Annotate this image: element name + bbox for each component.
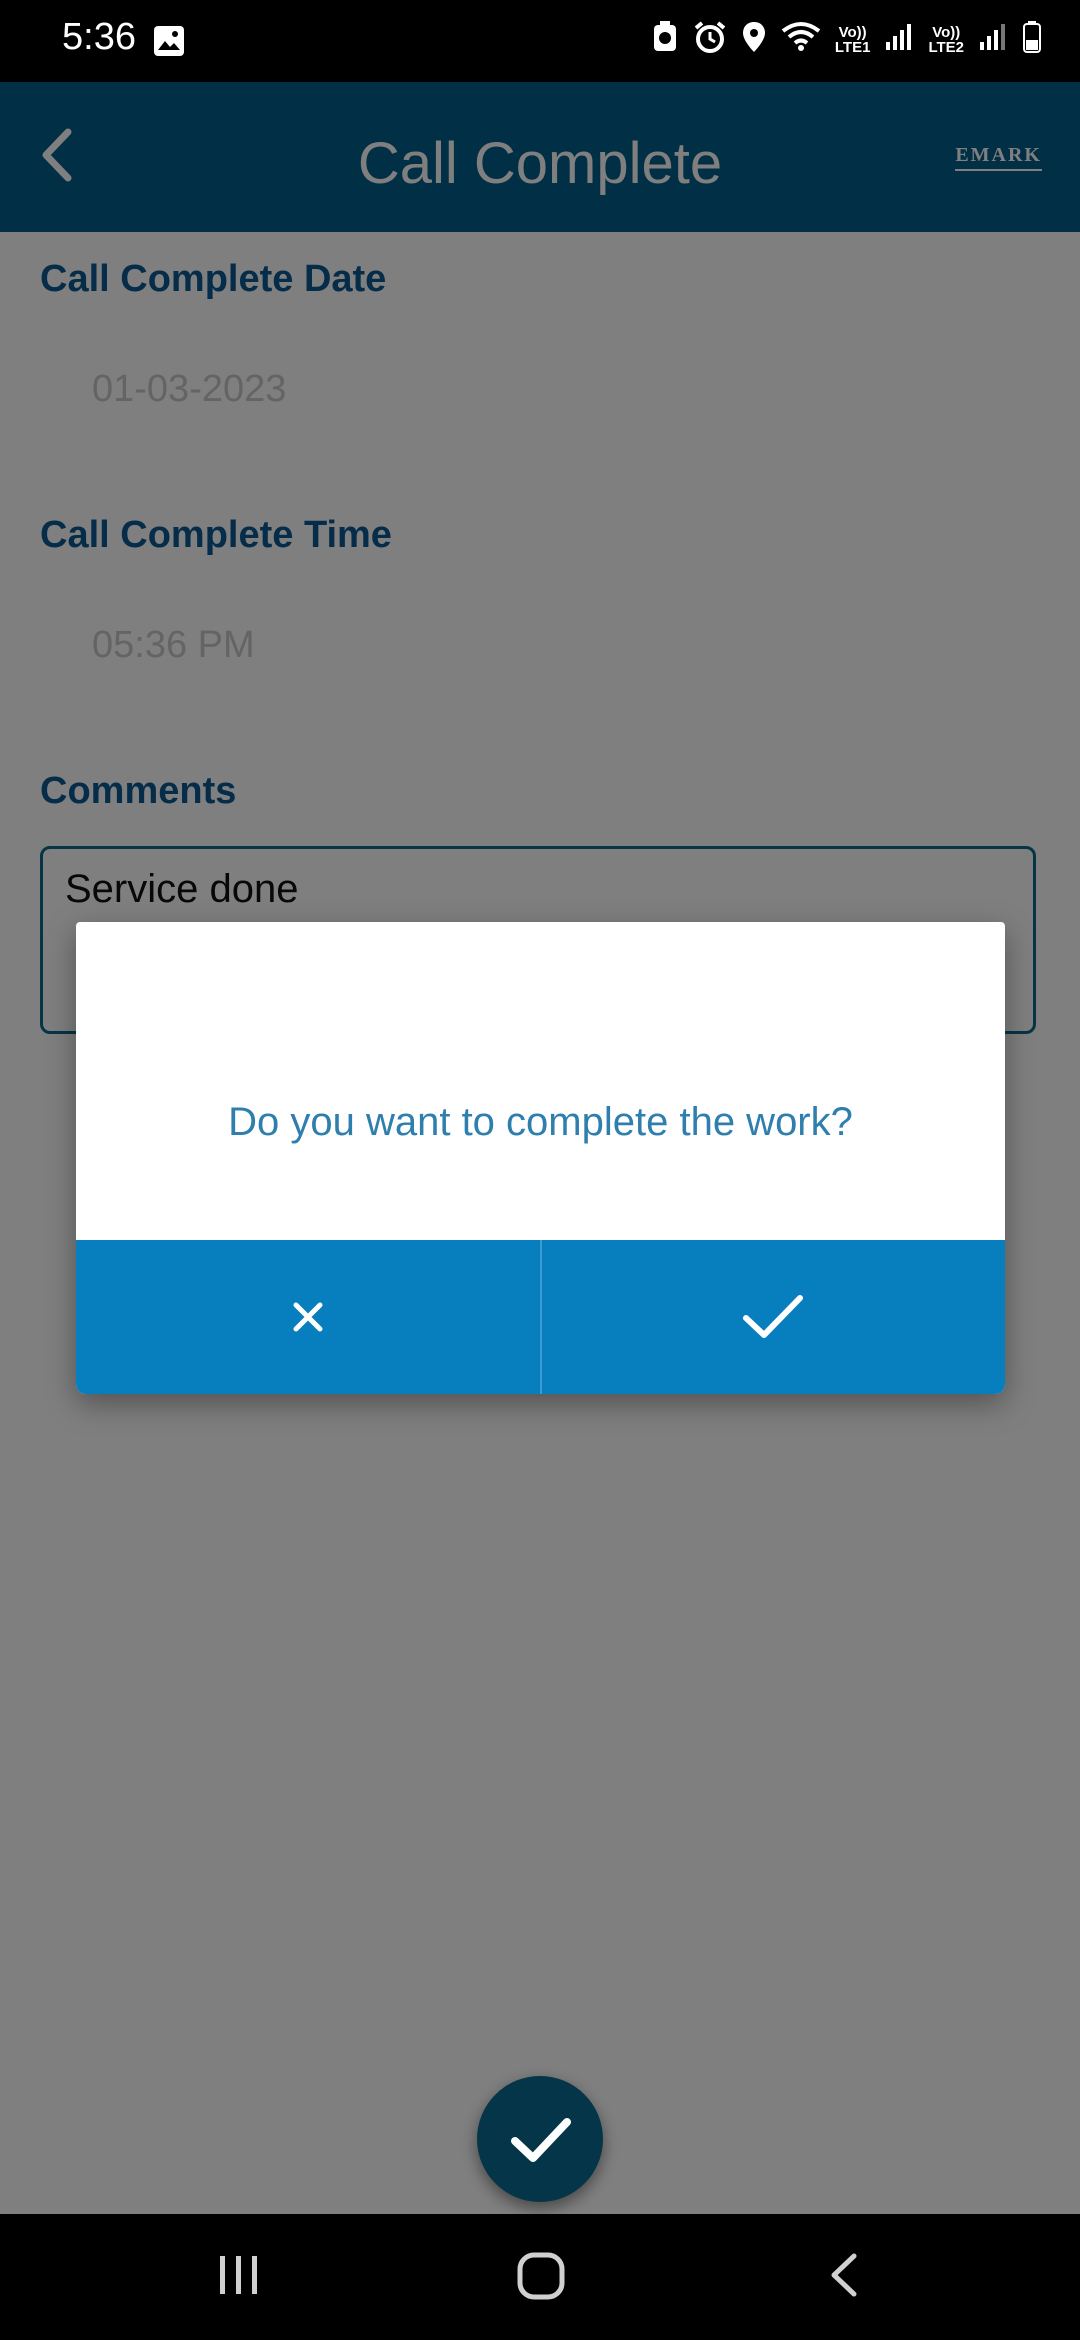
confirm-button[interactable] bbox=[539, 1240, 1005, 1394]
system-nav-bar bbox=[0, 2214, 1080, 2340]
battery-icon bbox=[1022, 20, 1042, 59]
battery-saver-icon bbox=[651, 20, 679, 59]
check-icon bbox=[511, 2118, 571, 2162]
signal-icon bbox=[978, 22, 1008, 57]
wifi-icon bbox=[781, 21, 821, 58]
sim2-network: Vo)) LTE2 bbox=[928, 23, 964, 56]
cancel-button[interactable] bbox=[76, 1240, 540, 1394]
signal-icon bbox=[884, 22, 914, 57]
home-button[interactable] bbox=[515, 2250, 567, 2307]
recent-apps-icon bbox=[220, 2256, 257, 2294]
home-icon bbox=[517, 2252, 565, 2300]
close-icon bbox=[293, 1302, 323, 1332]
confirm-dialog: Do you want to complete the work? bbox=[76, 922, 1005, 1394]
status-bar: 5:36 Vo)) LTE1 Vo)) LTE2 bbox=[0, 0, 1080, 82]
sim1-network: Vo)) LTE1 bbox=[834, 23, 871, 56]
alarm-icon bbox=[693, 20, 727, 59]
system-back-button[interactable] bbox=[820, 2250, 870, 2305]
status-time: 5:36 bbox=[62, 16, 136, 58]
gallery-icon bbox=[152, 24, 186, 63]
dialog-message: Do you want to complete the work? bbox=[228, 1100, 853, 1144]
check-icon bbox=[743, 1295, 804, 1338]
location-icon bbox=[741, 20, 767, 59]
dialog-button-row bbox=[76, 1240, 1005, 1394]
back-icon bbox=[831, 2253, 857, 2297]
submit-fab-button[interactable] bbox=[477, 2076, 603, 2202]
recent-apps-button[interactable] bbox=[214, 2250, 264, 2305]
